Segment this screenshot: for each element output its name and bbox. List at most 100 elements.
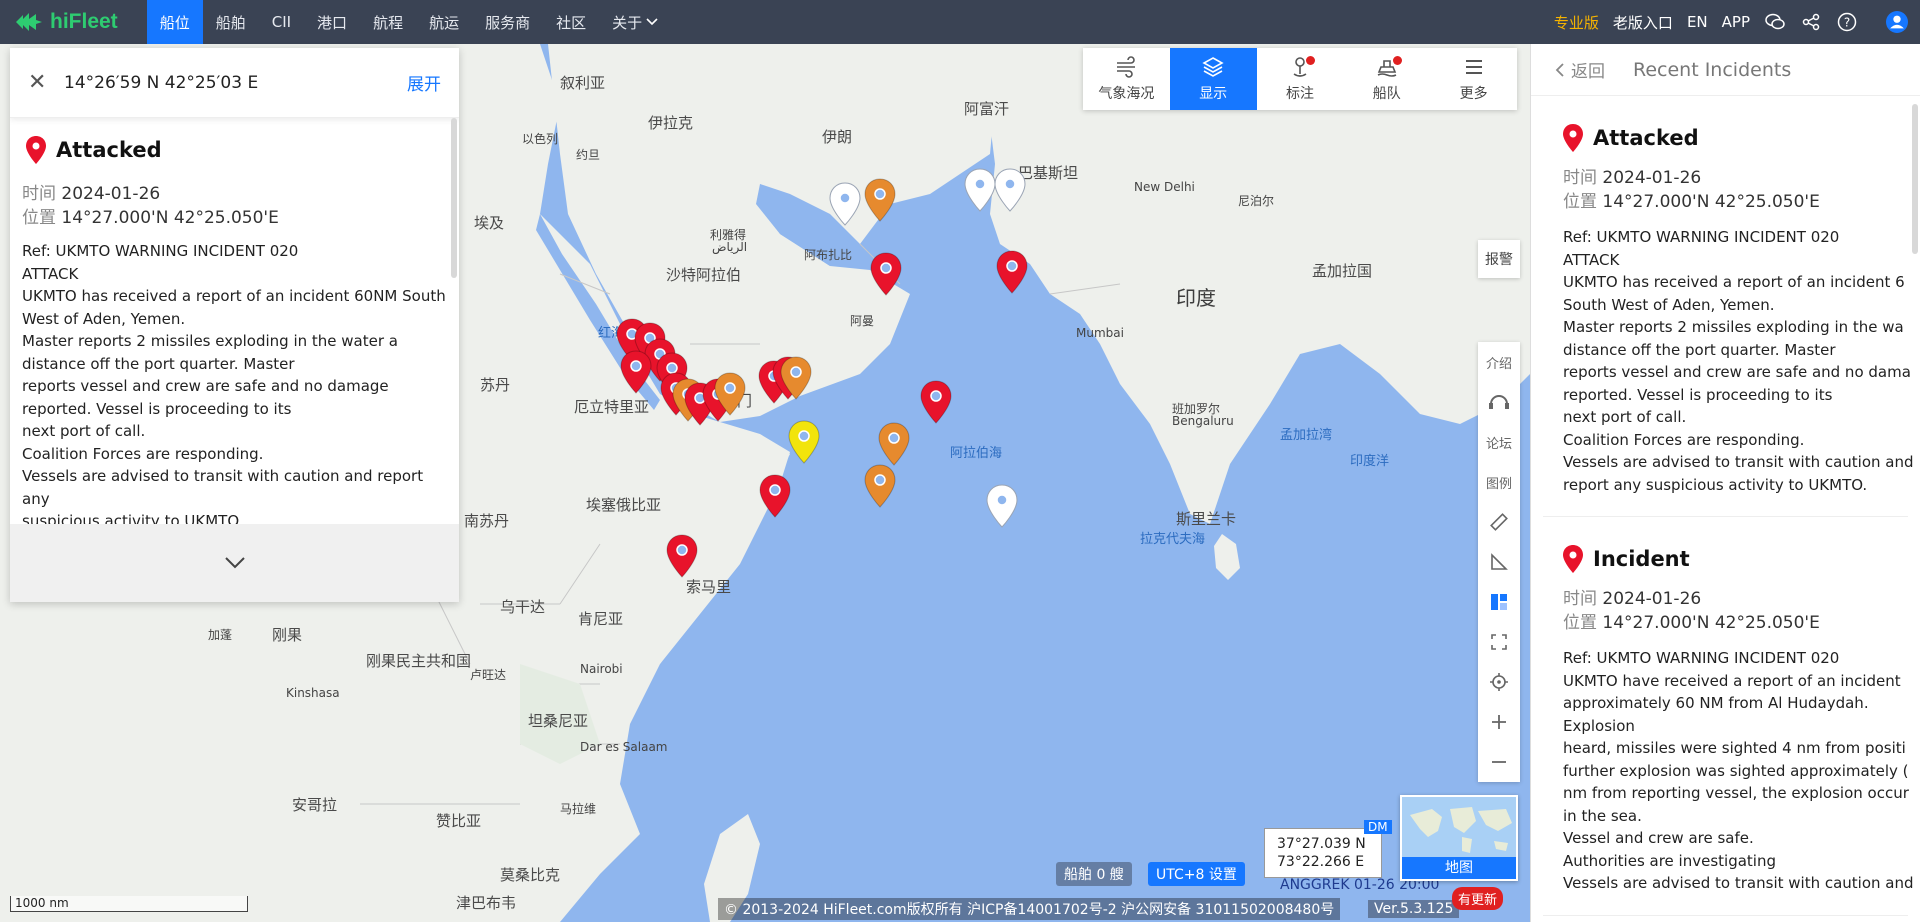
nav-item-5[interactable]: 航运 (416, 0, 472, 44)
timezone-settings-button[interactable]: UTC+8 设置 (1148, 862, 1245, 886)
collapse-button[interactable] (10, 524, 459, 602)
map-place-label: 阿拉伯海 (950, 446, 1003, 461)
coordinates-text[interactable]: 14°26′59 N 42°25′03 E (64, 73, 407, 93)
map-place-label: 马拉维 (560, 802, 597, 816)
red-incident-marker-icon[interactable] (758, 474, 792, 518)
brand-name: hiFleet (50, 10, 118, 33)
minimap-switch[interactable]: 地图 (1400, 795, 1518, 881)
incident-card[interactable]: Attacked 时间 2024-01-26 位置 14°27.000'N 42°2… (1543, 96, 1914, 517)
panel-header: 返回 Recent Incidents (1531, 44, 1920, 96)
old-version-link[interactable]: 老版入口 (1613, 12, 1673, 33)
fullscreen-icon[interactable] (1478, 622, 1520, 662)
language-switch[interactable]: EN (1687, 13, 1708, 31)
wechat-icon[interactable] (1764, 11, 1786, 33)
scrollbar[interactable] (451, 118, 457, 278)
map-place-label: 尼泊尔 (1238, 194, 1275, 208)
nav-item-3[interactable]: 港口 (304, 0, 360, 44)
map-place-label: 印度 (1176, 286, 1216, 310)
red-incident-marker-icon[interactable] (619, 350, 653, 394)
support-icon[interactable] (1478, 382, 1520, 422)
forum-button[interactable]: 论坛 (1478, 422, 1520, 462)
share-icon[interactable] (1800, 11, 1822, 33)
orange-incident-marker-icon[interactable] (863, 464, 897, 508)
panel-title: Recent Incidents (1633, 58, 1792, 81)
toolbar-menu-button[interactable]: 更多 (1430, 48, 1517, 110)
incidents-list: Attacked 时间 2024-01-26 位置 14°27.000'N 42°2… (1531, 96, 1920, 916)
angle-measure-icon[interactable] (1478, 542, 1520, 582)
nav-item-7[interactable]: 社区 (543, 0, 599, 44)
orange-incident-marker-icon[interactable] (779, 356, 813, 400)
weather-icon (1117, 56, 1136, 78)
nav-item-4[interactable]: 航程 (360, 0, 416, 44)
close-icon[interactable]: ✕ (28, 70, 48, 95)
scrollbar[interactable] (1912, 104, 1918, 254)
description-line: reports vessel and crew are safe and no … (22, 377, 389, 395)
notification-dot (1393, 56, 1403, 65)
nav-item-1[interactable]: 船舶 (203, 0, 259, 44)
white-incident-marker-icon[interactable] (828, 182, 862, 226)
toolbar-marker-button[interactable]: 标注 (1257, 48, 1344, 110)
toolbar-label: 气象海况 (1098, 86, 1155, 102)
pro-version-link[interactable]: 专业版 (1554, 12, 1599, 33)
red-incident-marker-icon[interactable] (919, 380, 953, 424)
ruler-icon[interactable] (1478, 502, 1520, 542)
nav-item-label: 船舶 (215, 13, 246, 32)
orange-incident-marker-icon[interactable] (877, 422, 911, 466)
description-line: Vessels are advised to transit with caut… (1563, 453, 1914, 471)
update-badge[interactable]: 有更新 (1452, 887, 1504, 910)
white-incident-marker-icon[interactable] (963, 168, 997, 212)
map-place-label: الرياض (712, 240, 748, 254)
zoom-out-icon[interactable] (1478, 742, 1520, 782)
user-avatar-icon[interactable] (1886, 11, 1908, 33)
chevron-down-icon (224, 557, 245, 569)
incident-position: 14°27.000'N 42°25.050'E (61, 208, 279, 228)
nav-item-0[interactable]: 船位 (146, 0, 203, 44)
orange-incident-marker-icon[interactable] (713, 372, 747, 416)
toolbar-weather-button[interactable]: 气象海况 (1083, 48, 1170, 110)
red-incident-marker-icon[interactable] (869, 252, 903, 296)
time-key: 时间 (1563, 589, 1597, 609)
locate-icon[interactable] (1478, 662, 1520, 702)
toolbar-layers-button[interactable]: 显示 (1169, 48, 1257, 110)
app-link[interactable]: APP (1722, 13, 1750, 31)
location-pin-icon (1563, 545, 1583, 573)
map-place-label: 阿布扎比 (804, 248, 853, 262)
red-incident-marker-icon[interactable] (665, 534, 699, 578)
map-place-label: 埃及 (474, 214, 505, 232)
orange-incident-marker-icon[interactable] (863, 178, 897, 222)
menu-icon (1465, 60, 1482, 74)
white-incident-marker-icon[interactable] (985, 484, 1019, 528)
toolbar-fleet-button[interactable]: 船队 (1343, 48, 1430, 110)
map-toolbar: 气象海况 显示 标注 船队 更多 (1083, 48, 1517, 110)
nav-item-8[interactable]: 关于 (599, 0, 671, 44)
incident-time: 2024-01-26 (1602, 168, 1702, 188)
back-label: 返回 (1571, 62, 1605, 82)
brand-logo[interactable]: hiFleet (0, 0, 132, 44)
nav-item-6[interactable]: 服务商 (472, 0, 543, 44)
recent-incidents-panel: 返回 Recent Incidents Attacked 时间 2024-01-2… (1530, 44, 1920, 922)
legend-button[interactable]: 图例 (1478, 462, 1520, 502)
help-icon[interactable]: ? (1836, 11, 1858, 33)
incident-card[interactable]: Incident 时间 2024-01-26 位置 14°27.000'N 42°2… (1543, 517, 1914, 916)
map-place-label: 索马里 (686, 578, 732, 596)
red-incident-marker-icon[interactable] (995, 250, 1029, 294)
layout-icon[interactable] (1478, 582, 1520, 622)
incident-title: Attacked (26, 136, 447, 164)
cursor-lat: 37°27.039 N (1277, 836, 1366, 852)
description-line: Vessels are advised to transit with caut… (1563, 874, 1914, 892)
alarm-button[interactable]: 报警 (1478, 240, 1520, 278)
white-incident-marker-icon[interactable] (993, 168, 1027, 212)
nav-item-2[interactable]: CII (259, 0, 304, 44)
expand-button[interactable]: 展开 (407, 70, 441, 95)
minimap-world-icon (1410, 807, 1512, 853)
back-button[interactable]: 返回 (1555, 57, 1605, 82)
description-line: next port of call. (22, 422, 146, 440)
intro-button[interactable]: 介绍 (1478, 342, 1520, 382)
zoom-in-icon[interactable] (1478, 702, 1520, 742)
map-place-label: 阿富汗 (964, 100, 1010, 118)
map-place-label: 苏丹 (480, 376, 511, 394)
yellow-incident-marker-icon[interactable] (787, 420, 821, 464)
map-place-label: 刚果 (272, 626, 303, 644)
coord-format-toggle[interactable]: DM (1364, 820, 1392, 834)
map-place-label: 莫桑比克 (500, 866, 561, 884)
